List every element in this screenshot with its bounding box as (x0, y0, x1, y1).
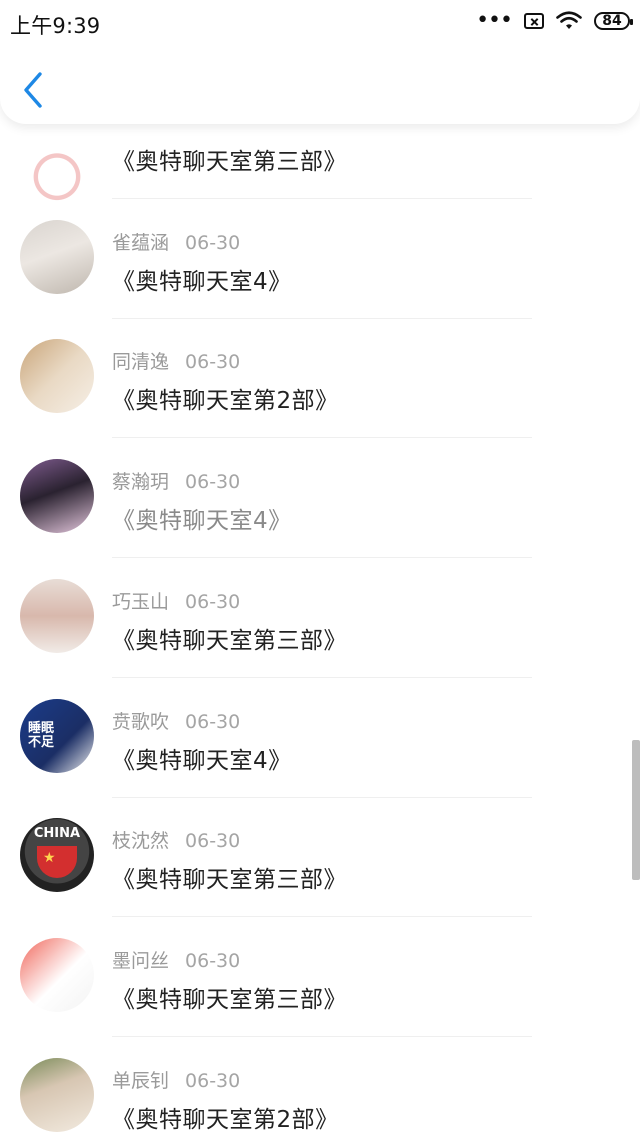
item-meta: 雀蕴涵 06-30 (112, 228, 240, 255)
divider (112, 557, 532, 558)
avatar[interactable]: 睡眠不足 (20, 699, 94, 773)
item-title[interactable]: 《奥特聊天室4》 (112, 501, 292, 535)
post-date: 06-30 (185, 830, 241, 852)
list-item[interactable]: CHINA ★ 枝沈然 06-30 《奥特聊天室第三部》 (0, 818, 640, 938)
list-item[interactable]: 单辰钊 06-30 《奥特聊天室第2部》 (0, 1058, 640, 1138)
item-title[interactable]: 《奥特聊天室第三部》 (112, 860, 347, 894)
author-name: 枝沈然 (112, 830, 170, 852)
list-item[interactable]: 雀蕴涵 06-30 《奥特聊天室4》 (0, 220, 640, 340)
item-meta: 单辰钊 06-30 (112, 1066, 240, 1093)
scrollbar[interactable] (632, 740, 640, 880)
item-meta: 巧玉山 06-30 (112, 587, 240, 614)
author-name: 墨问丝 (112, 950, 170, 972)
item-meta: 枝沈然 06-30 (112, 826, 240, 853)
post-date: 06-30 (185, 1070, 241, 1092)
list-item[interactable]: 《奥特聊天室第三部》 (0, 116, 640, 236)
author-name: 蔡瀚玥 (112, 471, 170, 493)
divider (112, 677, 532, 678)
battery-icon: 84 (594, 12, 633, 30)
post-date: 06-30 (185, 232, 241, 254)
post-date: 06-30 (185, 591, 241, 613)
avatar-label (20, 136, 94, 210)
avatar-label (20, 459, 94, 533)
divider (112, 198, 532, 199)
divider (112, 318, 532, 319)
avatar-label (20, 579, 94, 653)
avatar[interactable] (20, 220, 94, 294)
chevron-left-icon[interactable] (18, 70, 52, 110)
list-item[interactable]: 蔡瀚玥 06-30 《奥特聊天室4》 (0, 459, 640, 579)
avatar[interactable] (20, 459, 94, 533)
no-sim-icon (524, 13, 544, 29)
avatar-label (20, 220, 94, 294)
item-title[interactable]: 《奥特聊天室第2部》 (112, 381, 339, 415)
more-dots-icon: ••• (476, 8, 513, 33)
item-title[interactable]: 《奥特聊天室4》 (112, 741, 292, 775)
item-meta: 墨问丝 06-30 (112, 946, 240, 973)
avatar[interactable] (20, 136, 94, 210)
list-item[interactable]: 墨问丝 06-30 《奥特聊天室第三部》 (0, 938, 640, 1058)
list-item[interactable]: 睡眠不足 贲歌吹 06-30 《奥特聊天室4》 (0, 699, 640, 819)
author-name: 贲歌吹 (112, 711, 170, 733)
item-title[interactable]: 《奥特聊天室第三部》 (112, 142, 347, 176)
item-title[interactable]: 《奥特聊天室第三部》 (112, 621, 347, 655)
post-date: 06-30 (185, 711, 241, 733)
author-name: 同清逸 (112, 351, 170, 373)
author-name: 雀蕴涵 (112, 232, 170, 254)
avatar[interactable] (20, 579, 94, 653)
item-meta: 蔡瀚玥 06-30 (112, 467, 240, 494)
list-item[interactable]: 同清逸 06-30 《奥特聊天室第2部》 (0, 339, 640, 459)
wifi-icon (556, 11, 582, 29)
avatar-label (20, 339, 94, 413)
list-item[interactable]: 巧玉山 06-30 《奥特聊天室第三部》 (0, 579, 640, 699)
status-time: 上午9:39 (10, 14, 101, 38)
chat-list-screen: 《奥特聊天室第三部》 雀蕴涵 06-30 《奥特聊天室4》 同清逸 06-30 《奥… (0, 0, 640, 1138)
divider (112, 797, 532, 798)
divider (112, 437, 532, 438)
divider (112, 916, 532, 917)
avatar[interactable] (20, 339, 94, 413)
author-name: 巧玉山 (112, 591, 170, 613)
item-title[interactable]: 《奥特聊天室第三部》 (112, 980, 347, 1014)
avatar-label (20, 1058, 94, 1132)
avatar-label (20, 938, 94, 1012)
item-title[interactable]: 《奥特聊天室第2部》 (112, 1100, 339, 1134)
avatar[interactable]: CHINA ★ (20, 818, 94, 892)
item-meta: 贲歌吹 06-30 (112, 707, 240, 734)
avatar[interactable] (20, 938, 94, 1012)
post-date: 06-30 (185, 471, 241, 493)
divider (112, 1036, 532, 1037)
avatar-label: CHINA (33, 826, 81, 841)
avatar[interactable] (20, 1058, 94, 1132)
status-icons: ••• 84 (476, 8, 633, 33)
author-name: 单辰钊 (112, 1070, 170, 1092)
item-meta: 同清逸 06-30 (112, 347, 240, 374)
post-date: 06-30 (185, 351, 241, 373)
post-date: 06-30 (185, 950, 241, 972)
item-title[interactable]: 《奥特聊天室4》 (112, 262, 292, 296)
flag-shield-icon: ★ (37, 846, 77, 878)
avatar-label: 睡眠不足 (28, 721, 55, 750)
message-list[interactable]: 《奥特聊天室第三部》 雀蕴涵 06-30 《奥特聊天室4》 同清逸 06-30 《奥… (0, 0, 640, 1138)
top-bar: 上午9:39 ••• 84 (0, 0, 640, 124)
